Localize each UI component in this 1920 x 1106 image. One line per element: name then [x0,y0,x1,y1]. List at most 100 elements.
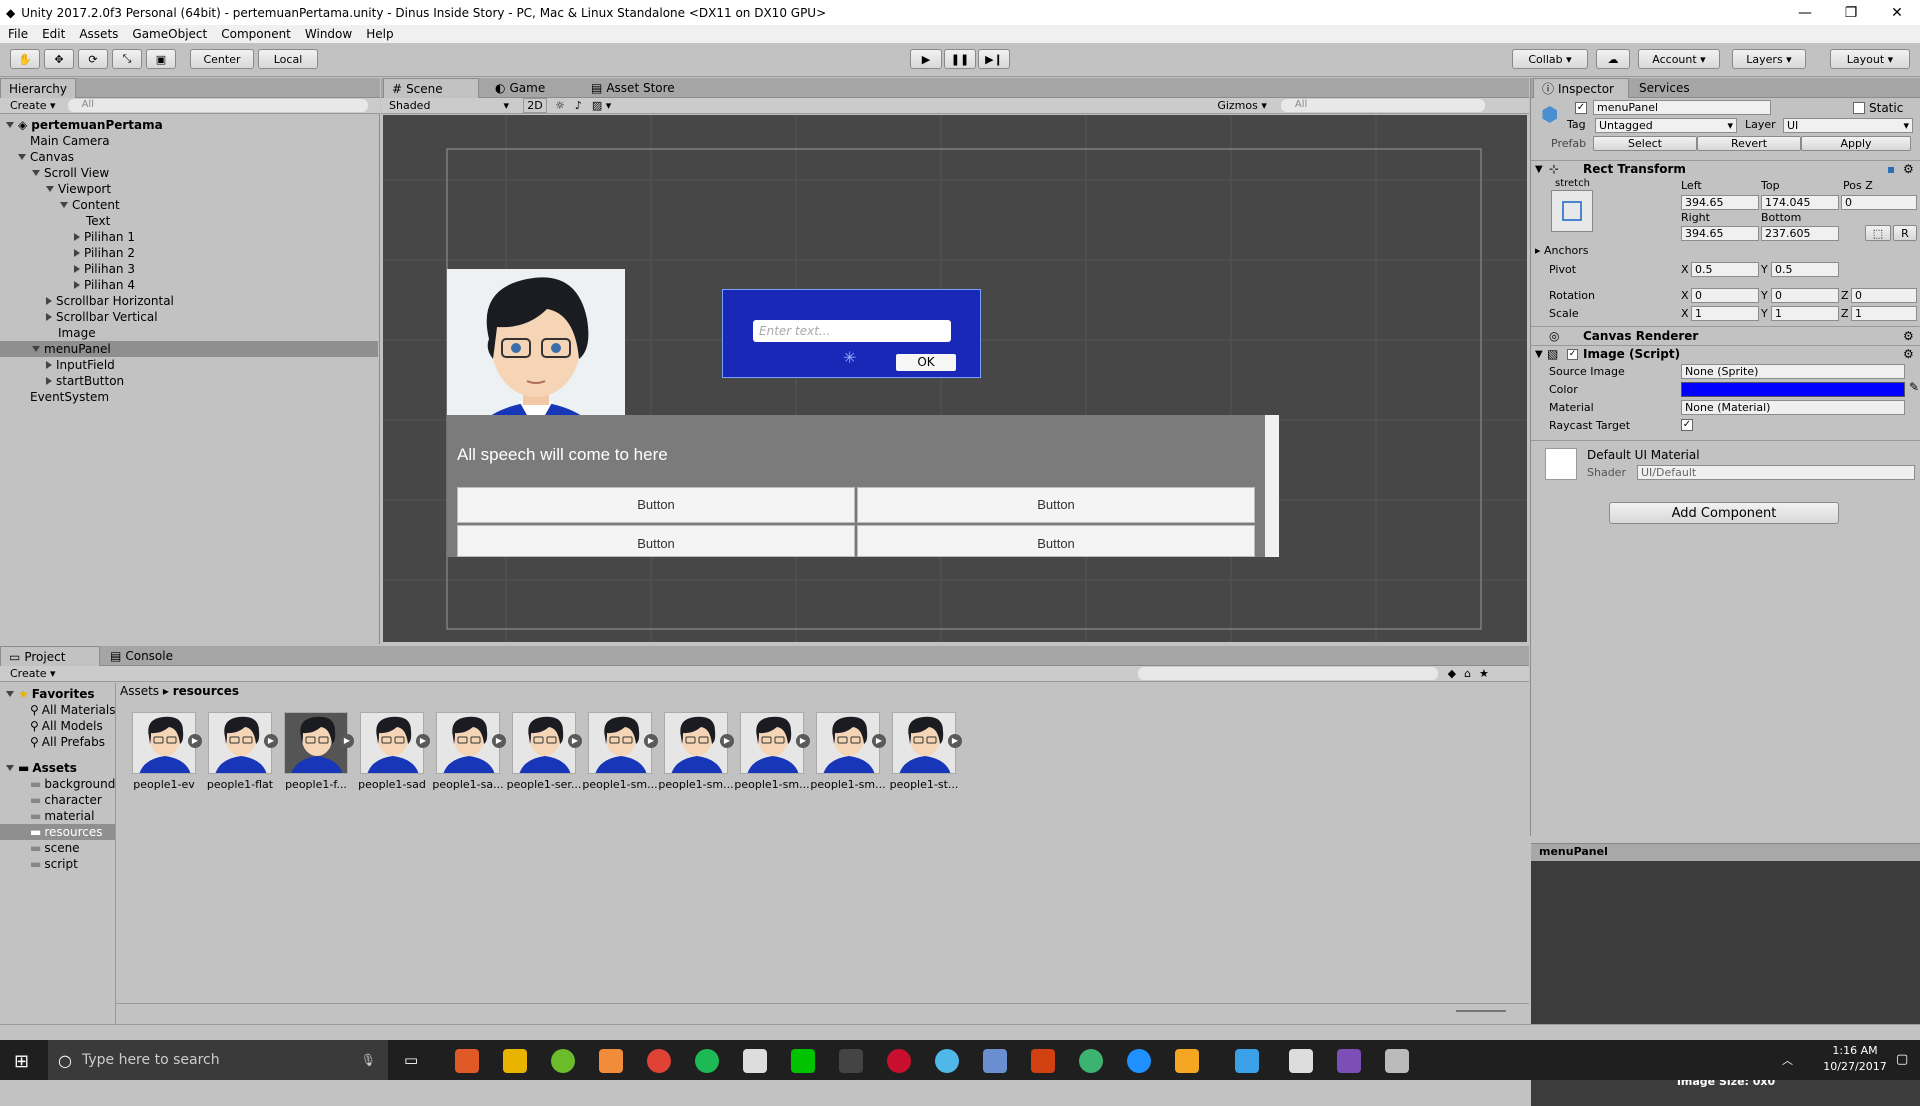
hierarchy-item[interactable]: Pilihan 1 [0,229,378,245]
rotation-y-input[interactable]: 0 [1771,288,1839,303]
asset-thumbnail[interactable] [360,712,424,774]
asset-thumbnail[interactable] [588,712,652,774]
pivot-x-input[interactable]: 0.5 [1691,262,1759,277]
choice-button-4[interactable]: Button [857,525,1255,557]
expand-sprite-icon[interactable]: ▶ [568,734,582,748]
hierarchy-item[interactable]: Viewport [0,181,378,197]
folder-item[interactable]: ▬ scene [0,840,378,856]
tab-services[interactable]: Services [1631,78,1698,98]
folder-item-selected[interactable]: ▬ resources [0,824,115,840]
raycast-checkbox[interactable]: ✓ [1681,419,1693,431]
choice-button-1[interactable]: Button [457,487,855,523]
rotate-tool-icon[interactable]: ⟳ [78,49,108,69]
unity-taskbar-icon[interactable] [1289,1049,1313,1073]
color-swatch[interactable] [1681,382,1905,397]
scale-z-input[interactable]: 1 [1851,306,1917,321]
sublime-text-icon[interactable] [1175,1049,1199,1073]
asset-thumbnail[interactable] [816,712,880,774]
clock[interactable]: 1:16 AM 10/27/2017 [1822,1044,1888,1073]
tab-game[interactable]: ◐ Game [487,78,553,98]
effects-icon[interactable]: ▨ ▾ [592,99,611,112]
hierarchy-item[interactable]: Image [0,325,378,341]
tab-project[interactable]: ▭ Project [0,646,100,666]
breadcrumb-assets[interactable]: Assets [120,684,159,698]
app-gray-icon[interactable] [1385,1049,1409,1073]
hierarchy-item[interactable]: startButton [0,373,378,389]
blueprint-mode-icon[interactable]: ⬚ [1865,225,1891,241]
layout-dropdown[interactable]: Layout ▾ [1830,49,1910,69]
ok-button[interactable]: OK [896,354,956,371]
app-wifi-icon[interactable] [1127,1049,1151,1073]
favorite-star-icon[interactable]: ★ [1479,667,1489,680]
scene-root[interactable]: ◈ pertemuanPertama [0,117,378,133]
help-icon[interactable]: ▪ [1887,162,1895,176]
expand-sprite-icon[interactable]: ▶ [492,734,506,748]
hierarchy-item[interactable]: Canvas [0,149,378,165]
hierarchy-item[interactable]: Main Camera [0,133,378,149]
hierarchy-item[interactable]: Pilihan 3 [0,261,378,277]
left-input[interactable]: 394.65 [1681,195,1759,210]
notification-icon[interactable]: ▢ [1896,1052,1908,1067]
hierarchy-item[interactable]: Text [0,213,378,229]
project-search-input[interactable] [1137,667,1438,680]
scene-viewport[interactable]: Enter text... OK ✳ All speech will come … [383,115,1527,642]
expand-sprite-icon[interactable]: ▶ [340,734,354,748]
anchor-presets-button[interactable] [1551,190,1593,232]
asset-thumbnail[interactable] [892,712,956,774]
hierarchy-item[interactable]: Pilihan 4 [0,277,378,293]
static-checkbox[interactable] [1853,102,1865,114]
hierarchy-item[interactable]: Scrollbar Horizontal [0,293,378,309]
rotation-x-input[interactable]: 0 [1691,288,1759,303]
hierarchy-create-button[interactable]: Create ▾ [10,99,56,112]
eyedropper-icon[interactable]: ✎ [1909,380,1919,394]
maximize-icon[interactable]: ❐ [1828,0,1874,25]
prefab-select-button[interactable]: Select [1593,136,1697,151]
hierarchy-item[interactable]: Pilihan 2 [0,245,378,261]
asset-thumbnail[interactable] [284,712,348,774]
rect-tool-icon[interactable]: ▣ [146,49,176,69]
image-enabled-checkbox[interactable]: ✓ [1567,349,1578,360]
app-window-icon[interactable] [1235,1049,1259,1073]
menu-window[interactable]: Window [305,27,352,41]
cloud-icon[interactable]: ☁ [1596,49,1630,69]
expand-sprite-icon[interactable]: ▶ [720,734,734,748]
step-button[interactable]: ▶❙ [978,49,1010,69]
menu-file[interactable]: File [8,27,28,41]
input-field[interactable]: Enter text... [753,320,951,342]
hierarchy-item-selected[interactable]: menuPanel [0,341,378,357]
layer-dropdown[interactable]: UI ▾ [1783,118,1913,133]
visual-studio-icon[interactable] [1337,1049,1361,1073]
hierarchy-item[interactable]: Scroll View [0,165,378,181]
network-app-icon[interactable] [983,1049,1007,1073]
hierarchy-item[interactable]: Content [0,197,378,213]
folder-item[interactable]: ▬ script [0,856,378,872]
add-component-button[interactable]: Add Component [1609,502,1839,524]
tab-inspector[interactable]: ⓘ Inspector [1533,78,1629,98]
scene-search-input[interactable]: All [1280,99,1485,112]
rotation-z-input[interactable]: 0 [1851,288,1917,303]
settings-gear-icon[interactable]: ⚙ [1903,162,1914,176]
pivot-y-input[interactable]: 0.5 [1771,262,1839,277]
settings-gear-icon[interactable]: ⚙ [1903,347,1914,361]
choice-button-3[interactable]: Button [457,525,855,557]
shader-dropdown[interactable]: UI/Default [1637,465,1915,480]
hierarchy-item[interactable]: EventSystem [0,389,378,405]
vertical-scrollbar[interactable] [1265,415,1279,557]
audio-icon[interactable]: ♪ [575,99,582,112]
xampp-icon[interactable] [455,1049,479,1073]
move-tool-icon[interactable]: ✥ [44,49,74,69]
prefab-revert-button[interactable]: Revert [1697,136,1801,151]
scale-x-input[interactable]: 1 [1691,306,1759,321]
zoom-slider[interactable] [1456,1010,1506,1012]
line-icon[interactable] [791,1049,815,1073]
material-field[interactable]: None (Material) [1681,400,1905,415]
expand-sprite-icon[interactable]: ▶ [644,734,658,748]
scale-y-input[interactable]: 1 [1771,306,1839,321]
expand-sprite-icon[interactable]: ▶ [796,734,810,748]
collab-dropdown[interactable]: Collab ▾ [1512,49,1588,69]
menu-panel[interactable]: Enter text... OK ✳ [722,289,981,378]
hierarchy-search-input[interactable]: All [67,99,368,112]
hierarchy-item[interactable]: InputField [0,357,378,373]
android-studio-icon[interactable] [551,1049,575,1073]
rect-fold-icon[interactable]: ▼ [1535,164,1543,175]
